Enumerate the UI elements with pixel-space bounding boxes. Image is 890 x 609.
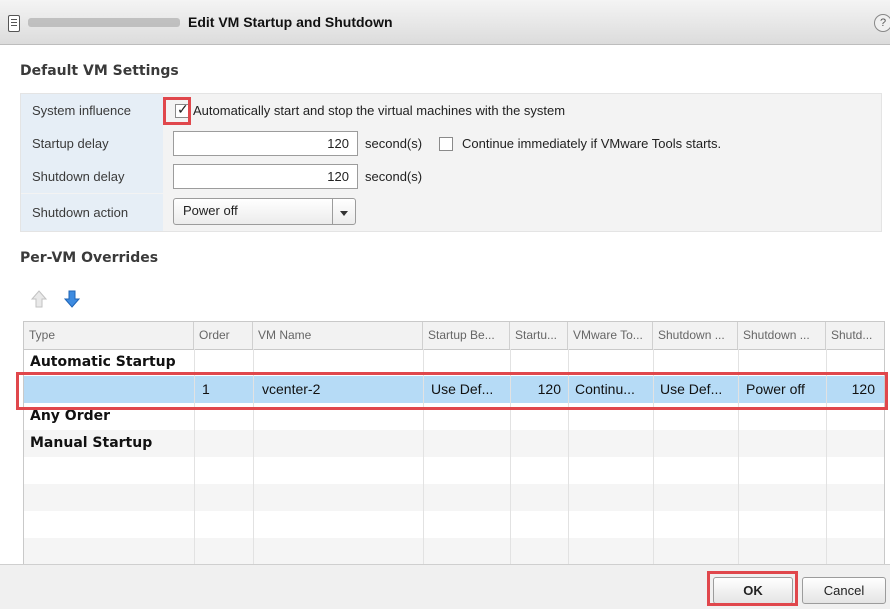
shutdown-action-row: Shutdown action Power off: [21, 194, 881, 231]
continue-immediately-checkbox[interactable]: [439, 137, 453, 151]
shutdown-delay-label: Shutdown delay: [21, 160, 163, 193]
cell-vm-name: vcenter-2: [262, 381, 321, 397]
group-label-automatic: Automatic Startup: [30, 354, 176, 370]
empty-row: [24, 457, 884, 484]
empty-row: [24, 484, 884, 511]
cancel-button[interactable]: Cancel: [802, 577, 886, 604]
column-header-startup-delay[interactable]: Startu...: [510, 322, 568, 349]
system-influence-row: System influence ✓ Automatically start a…: [21, 94, 881, 127]
group-label-any-order: Any Order: [30, 408, 111, 424]
help-icon[interactable]: ?: [874, 14, 890, 32]
default-settings-heading: Default VM Settings: [20, 63, 179, 79]
column-divider: [826, 349, 827, 565]
chevron-down-icon: [340, 211, 348, 216]
column-header-shutdown-behavior[interactable]: Shutdown ...: [653, 322, 738, 349]
cell-shutdown-delay: 120: [851, 381, 875, 397]
system-influence-checkbox-label[interactable]: Automatically start and stop the virtual…: [193, 94, 565, 127]
column-header-shutdown-delay[interactable]: Shutd...: [826, 322, 884, 349]
shutdown-action-label: Shutdown action: [21, 194, 163, 231]
column-header-shutdown-action[interactable]: Shutdown ...: [738, 322, 826, 349]
empty-row: [24, 538, 884, 565]
group-label-manual: Manual Startup: [30, 435, 153, 451]
cell-vmware-tools: Continu...: [575, 381, 635, 397]
per-vm-overrides-table: Type Order VM Name Startup Be... Startu.…: [23, 321, 885, 566]
column-header-vmware-tools[interactable]: VMware To...: [568, 322, 653, 349]
blurred-host-name: [28, 18, 180, 27]
cell-shutdown-behavior: Use Def...: [660, 381, 723, 397]
table-row[interactable]: 1 vcenter-2 Use Def... 120 Continu... Us…: [24, 376, 884, 403]
shutdown-action-value: Power off: [183, 203, 238, 218]
dialog-footer: OK Cancel: [0, 564, 890, 609]
cell-startup-behavior: Use Def...: [431, 381, 494, 397]
per-vm-overrides-heading: Per-VM Overrides: [20, 250, 159, 266]
system-influence-label: System influence: [21, 94, 163, 127]
startup-delay-unit: second(s): [365, 136, 423, 151]
shutdown-action-select[interactable]: Power off: [173, 198, 356, 225]
shutdown-delay-input[interactable]: 120: [173, 164, 358, 189]
dialog-title: Edit VM Startup and Shutdown: [188, 14, 393, 30]
column-divider: [653, 349, 654, 565]
cell-startup-delay: 120: [537, 381, 561, 397]
group-row-manual: Manual Startup: [24, 430, 884, 457]
dialog-title-bar: Edit VM Startup and Shutdown ?: [0, 0, 890, 45]
continue-immediately-label[interactable]: Continue immediately if VMware Tools sta…: [462, 127, 721, 160]
table-header: Type Order VM Name Startup Be... Startu.…: [24, 322, 884, 350]
column-divider: [194, 349, 195, 565]
group-row-any-order: Any Order: [24, 403, 884, 430]
move-down-arrow-icon[interactable]: [64, 290, 80, 308]
cell-shutdown-action: Power off: [746, 381, 805, 397]
ok-button[interactable]: OK: [713, 577, 793, 604]
column-header-vm-name[interactable]: VM Name: [253, 322, 423, 349]
default-settings-form: System influence ✓ Automatically start a…: [20, 93, 882, 232]
vm-icon: [8, 15, 20, 32]
column-divider: [510, 349, 511, 565]
shutdown-delay-unit: second(s): [365, 169, 423, 184]
column-divider: [253, 349, 254, 565]
startup-delay-row: Startup delay 120 second(s) Continue imm…: [21, 127, 881, 160]
column-divider: [423, 349, 424, 565]
group-row-automatic: Automatic Startup: [24, 349, 884, 376]
empty-row: [24, 511, 884, 538]
column-divider: [738, 349, 739, 565]
column-header-type[interactable]: Type: [24, 322, 194, 349]
startup-delay-input[interactable]: 120: [173, 131, 358, 156]
system-influence-checkbox[interactable]: ✓: [175, 101, 189, 118]
column-divider: [568, 349, 569, 565]
startup-delay-label: Startup delay: [21, 127, 163, 160]
shutdown-delay-row: Shutdown delay 120 second(s): [21, 160, 881, 193]
column-header-order[interactable]: Order: [194, 322, 253, 349]
column-header-startup-behavior[interactable]: Startup Be...: [423, 322, 510, 349]
move-up-arrow-icon[interactable]: [31, 290, 47, 308]
cell-order: 1: [202, 381, 210, 397]
checkmark-icon: ✓: [177, 101, 189, 117]
